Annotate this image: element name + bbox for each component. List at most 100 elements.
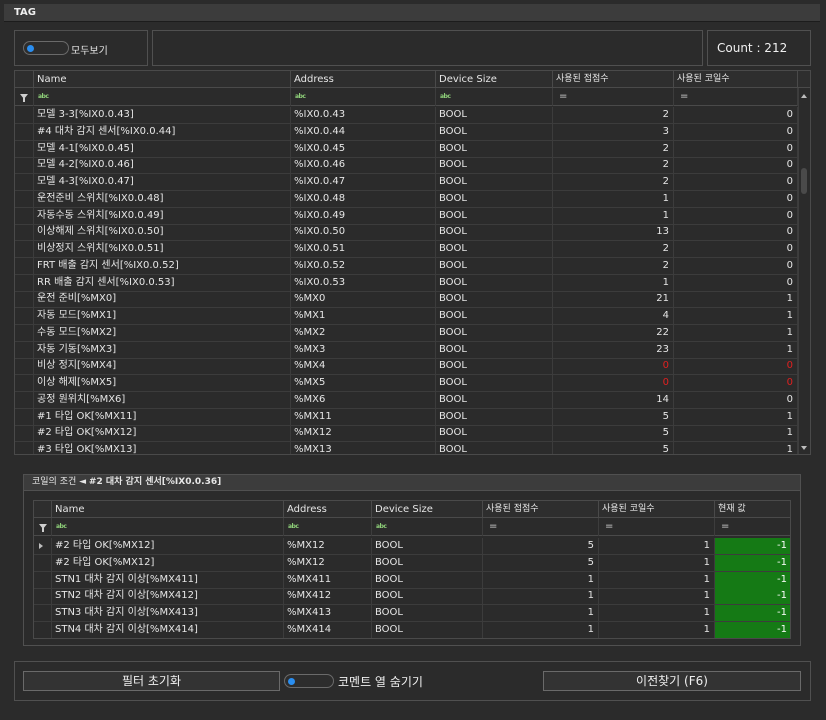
cell-address: %IX0.0.47 — [291, 174, 436, 190]
cell-contacts: 1 — [553, 190, 674, 207]
cell-coils: 0 — [674, 241, 798, 257]
hide-comment-toggle[interactable] — [284, 674, 334, 688]
row-indicator — [34, 571, 52, 588]
table-row[interactable]: 자동수동 스위치[%IX0.0.49] %IX0.0.49 BOOL 1 0 — [15, 207, 798, 225]
table-row[interactable]: 운전준비 스위치[%IX0.0.48] %IX0.0.48 BOOL 1 0 — [15, 190, 798, 208]
table-row[interactable]: #3 타입 OK[%MX13] %MX13 BOOL 5 1 — [15, 442, 798, 454]
coil-header-coils[interactable]: 사용된 코일수 — [599, 501, 715, 518]
filter-name[interactable]: abc — [34, 88, 291, 106]
cell-coils: 0 — [674, 107, 798, 123]
cell-contacts: 0 — [553, 375, 674, 391]
table-row[interactable]: 모델 4-2[%IX0.0.46] %IX0.0.46 BOOL 2 0 — [15, 157, 798, 175]
filter-contacts[interactable]: = — [553, 88, 674, 106]
cell-contacts: 5 — [483, 538, 599, 554]
header-name[interactable]: Name — [34, 71, 291, 88]
table-row[interactable]: 모델 3-3[%IX0.0.43] %IX0.0.43 BOOL 2 0 — [15, 107, 798, 124]
table-row[interactable]: #1 타입 OK[%MX11] %MX11 BOOL 5 1 — [15, 408, 798, 426]
cell-address: %IX0.0.51 — [291, 241, 436, 257]
header-device-size[interactable]: Device Size — [436, 71, 553, 88]
header-contacts[interactable]: 사용된 접점수 — [553, 71, 674, 88]
coil-filter-name[interactable]: abc — [52, 518, 284, 536]
cell-coils: 1 — [599, 571, 715, 588]
count-label: Count : 212 — [717, 41, 788, 55]
coil-row[interactable]: STN1 대차 감지 이상[%MX411] %MX411 BOOL 1 1 -1 — [34, 571, 790, 589]
coil-table-header: Name Address Device Size 사용된 접점수 사용된 코일수… — [34, 501, 790, 518]
cell-address: %MX11 — [291, 408, 436, 425]
table-row[interactable]: 운전 준비[%MX0] %MX0 BOOL 21 1 — [15, 291, 798, 309]
header-coils[interactable]: 사용된 코일수 — [674, 71, 798, 88]
cell-name: 공정 원위치[%MX6] — [34, 391, 291, 408]
table-row[interactable]: 모델 4-1[%IX0.0.45] %IX0.0.45 BOOL 2 0 — [15, 140, 798, 158]
cell-contacts: 1 — [483, 588, 599, 605]
current-row-icon — [39, 543, 43, 549]
table-row[interactable]: 수동 모드[%MX2] %MX2 BOOL 22 1 — [15, 324, 798, 342]
table-row[interactable]: #2 타입 OK[%MX12] %MX12 BOOL 5 1 — [15, 425, 798, 443]
cell-current-value: -1 — [715, 571, 790, 588]
coil-row[interactable]: #2 타입 OK[%MX12] %MX12 BOOL 5 1 -1 — [34, 554, 790, 572]
filter-coils[interactable]: = — [674, 88, 798, 106]
header-address[interactable]: Address — [291, 71, 436, 88]
count-panel: Count : 212 — [707, 30, 811, 66]
coil-header-device-size[interactable]: Device Size — [372, 501, 483, 518]
table-row[interactable]: 자동 모드[%MX1] %MX1 BOOL 4 1 — [15, 308, 798, 325]
coil-header-current-value[interactable]: 현재 값 — [715, 501, 790, 518]
row-indicator — [15, 224, 34, 241]
cell-contacts: 2 — [553, 140, 674, 157]
filter-device-size[interactable]: abc — [436, 88, 553, 106]
row-indicator — [15, 291, 34, 308]
coil-filter-current-value[interactable]: = — [715, 518, 790, 536]
cell-name: 운전준비 스위치[%IX0.0.48] — [34, 190, 291, 207]
show-all-label: 모두보기 — [71, 46, 108, 57]
cell-address: %IX0.0.43 — [291, 107, 436, 123]
tag-table-scrollbar[interactable] — [798, 88, 810, 454]
table-row[interactable]: 모델 4-3[%IX0.0.47] %IX0.0.47 BOOL 2 0 — [15, 174, 798, 191]
coil-row[interactable]: #2 타입 OK[%MX12] %MX12 BOOL 5 1 -1 — [34, 538, 790, 555]
text-filter-icon: abc — [56, 523, 67, 530]
table-row[interactable]: 비상정지 스위치[%IX0.0.51] %IX0.0.51 BOOL 2 0 — [15, 241, 798, 258]
show-all-toggle[interactable] — [23, 41, 69, 55]
cell-address: %MX12 — [284, 538, 372, 554]
coil-filter-device-size[interactable]: abc — [372, 518, 483, 536]
table-row[interactable]: 이상 해제[%MX5] %MX5 BOOL 0 0 — [15, 375, 798, 392]
cell-device-size: BOOL — [436, 308, 553, 324]
coil-filter-contacts[interactable]: = — [483, 518, 599, 536]
cell-contacts: 23 — [553, 341, 674, 358]
filter-address[interactable]: abc — [291, 88, 436, 106]
coil-filter-row: abc abc abc = = = — [34, 518, 790, 536]
coil-header-contacts[interactable]: 사용된 접점수 — [483, 501, 599, 518]
table-row[interactable]: 이상해제 스위치[%IX0.0.50] %IX0.0.50 BOOL 13 0 — [15, 224, 798, 242]
reset-filter-button[interactable]: 필터 초기화 — [23, 671, 280, 691]
scroll-up-icon[interactable] — [801, 94, 807, 98]
row-indicator — [15, 207, 34, 224]
coil-header-name[interactable]: Name — [52, 501, 284, 518]
cell-name: 비상 정지[%MX4] — [34, 358, 291, 375]
coil-filter-address[interactable]: abc — [284, 518, 372, 536]
cell-name: STN3 대차 감지 이상[%MX413] — [52, 605, 284, 621]
table-row[interactable]: #4 대차 감지 센서[%IX0.0.44] %IX0.0.44 BOOL 3 0 — [15, 123, 798, 141]
table-row[interactable]: RR 배출 감지 센서[%IX0.0.53] %IX0.0.53 BOOL 1 0 — [15, 274, 798, 292]
cell-address: %MX3 — [291, 341, 436, 358]
cell-device-size: BOOL — [436, 123, 553, 140]
coil-condition-title: 코일의 조건 ◄ #2 대차 감지 센서[%IX0.0.36] — [23, 474, 801, 491]
coil-row[interactable]: STN3 대차 감지 이상[%MX413] %MX413 BOOL 1 1 -1 — [34, 605, 790, 622]
cell-contacts: 2 — [553, 241, 674, 257]
find-previous-button[interactable]: 이전찾기 (F6) — [543, 671, 801, 691]
toggle-knob — [288, 678, 295, 685]
table-row[interactable]: FRT 배출 감지 센서[%IX0.0.52] %IX0.0.52 BOOL 2 0 — [15, 257, 798, 275]
coil-row[interactable]: STN4 대차 감지 이상[%MX414] %MX414 BOOL 1 1 -1 — [34, 621, 790, 638]
scroll-thumb[interactable] — [801, 168, 807, 194]
coil-row[interactable]: STN2 대차 감지 이상[%MX412] %MX412 BOOL 1 1 -1 — [34, 588, 790, 606]
table-row[interactable]: 공정 원위치[%MX6] %MX6 BOOL 14 0 — [15, 391, 798, 409]
table-row[interactable]: 비상 정지[%MX4] %MX4 BOOL 0 0 — [15, 358, 798, 376]
cell-name: 자동 기동[%MX3] — [34, 341, 291, 358]
scroll-down-icon[interactable] — [801, 446, 807, 450]
cell-name: #2 타입 OK[%MX12] — [52, 538, 284, 554]
coil-filter-coils[interactable]: = — [599, 518, 715, 536]
cell-coils: 1 — [674, 324, 798, 341]
table-row[interactable]: 자동 기동[%MX3] %MX3 BOOL 23 1 — [15, 341, 798, 359]
cell-coils: 0 — [674, 274, 798, 291]
equals-filter-icon: = — [680, 91, 689, 102]
filter-row-indicator — [15, 88, 34, 106]
cell-name: #4 대차 감지 센서[%IX0.0.44] — [34, 123, 291, 140]
coil-header-address[interactable]: Address — [284, 501, 372, 518]
